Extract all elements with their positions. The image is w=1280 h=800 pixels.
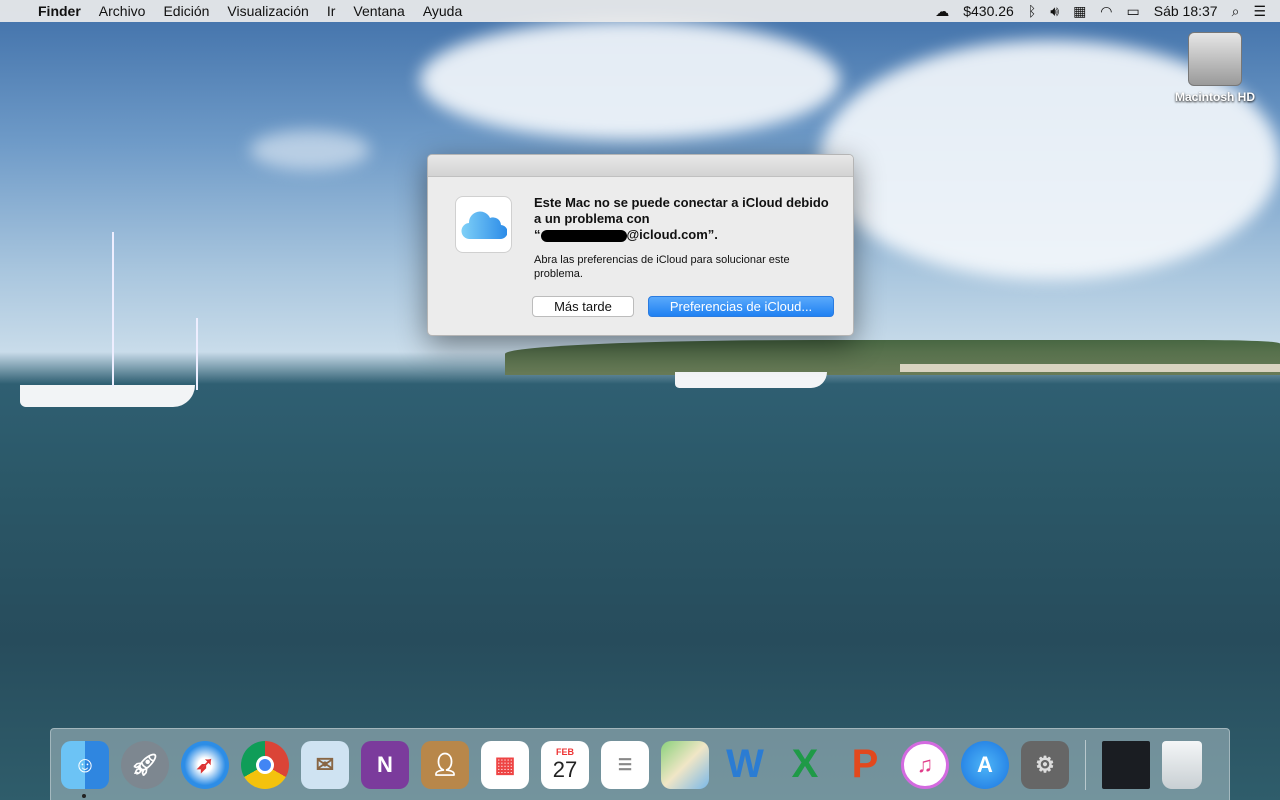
menu-edicion[interactable]: Edición (163, 3, 209, 19)
dock-onenote[interactable]: N (361, 740, 409, 789)
email-suffix: @icloud.com”. (626, 227, 718, 242)
macintosh-hd[interactable]: Macintosh HD (1170, 32, 1260, 104)
title-bar[interactable] (428, 155, 853, 177)
dock-separator (1085, 739, 1086, 790)
later-button[interactable]: Más tarde (532, 296, 634, 317)
menu-archivo[interactable]: Archivo (99, 3, 146, 19)
dock-reminders[interactable]: ☰ (601, 740, 649, 789)
menu-bar: Finder Archivo Edición Visualización Ir … (0, 0, 1280, 22)
alert-title: Este Mac no se puede conectar a iCloud d… (534, 195, 829, 226)
menu-visualizacion[interactable]: Visualización (227, 3, 308, 19)
dock-powerpoint[interactable]: P (841, 741, 889, 789)
finder-running-indicator (82, 794, 86, 798)
dock-chrome[interactable] (241, 740, 289, 789)
dock: ☺ 🚀︎ ➶ ✉ N 👤︎ ▦ FEB 27 ☰ W X P ♫ A ⚙ (50, 728, 1230, 800)
dock-apps-grid[interactable]: ▦ (481, 740, 529, 789)
stock-ticker[interactable]: $430.26 (963, 3, 1014, 19)
dock-itunes[interactable]: ♫ (901, 740, 949, 789)
battery-icon[interactable]: ▭ (1127, 3, 1140, 20)
icloud-alert-dialog: Este Mac no se puede conectar a iCloud d… (427, 154, 854, 336)
hard-drive-icon (1188, 32, 1242, 86)
wifi-icon[interactable]: ◠ (1100, 3, 1112, 20)
dock-word[interactable]: W (721, 741, 769, 789)
dock-calendar[interactable]: FEB 27 (541, 740, 589, 789)
menu-ventana[interactable]: Ventana (353, 3, 404, 19)
calendar-month: FEB (556, 746, 574, 757)
redacted-email (540, 229, 627, 242)
menu-ayuda[interactable]: Ayuda (423, 3, 462, 19)
dock-desktop-stack[interactable] (1102, 740, 1150, 789)
dock-maps[interactable] (661, 740, 709, 789)
menu-finder[interactable]: Finder (38, 3, 81, 19)
notification-center-icon[interactable]: ☰ (1253, 3, 1266, 20)
calendar-day: 27 (552, 756, 578, 782)
dock-launchpad[interactable]: 🚀︎ (121, 740, 169, 789)
drive-label: Macintosh HD (1174, 90, 1255, 104)
dock-system-preferences[interactable]: ⚙ (1021, 740, 1069, 789)
dock-contacts[interactable]: 👤︎ (421, 740, 469, 789)
dock-excel[interactable]: X (781, 741, 829, 789)
volume-icon[interactable]: 🔊︎ (1050, 3, 1059, 20)
dock-finder[interactable]: ☺ (61, 740, 109, 789)
bluetooth-icon[interactable]: ᛒ (1028, 3, 1036, 19)
dock-safari[interactable]: ➶ (181, 740, 229, 789)
clock[interactable]: Sáb 18:37 (1154, 3, 1218, 19)
dock-app-store[interactable]: A (961, 740, 1009, 789)
dock-mail[interactable]: ✉ (301, 740, 349, 789)
email-quote: “ (534, 227, 541, 242)
menu-ir[interactable]: Ir (327, 3, 336, 19)
alert-info: Abra las preferencias de iCloud para sol… (534, 254, 790, 280)
spotlight-icon[interactable]: ⌕ (1232, 3, 1240, 20)
alert-message: Este Mac no se puede conectar a iCloud d… (534, 195, 834, 243)
memory-icon[interactable]: ▦ (1073, 3, 1086, 20)
dock-trash[interactable] (1162, 740, 1202, 789)
cloud-icon[interactable]: ☁ (935, 3, 949, 20)
icloud-preferences-button[interactable]: Preferencias de iCloud... (648, 296, 834, 317)
icloud-icon (455, 196, 512, 253)
